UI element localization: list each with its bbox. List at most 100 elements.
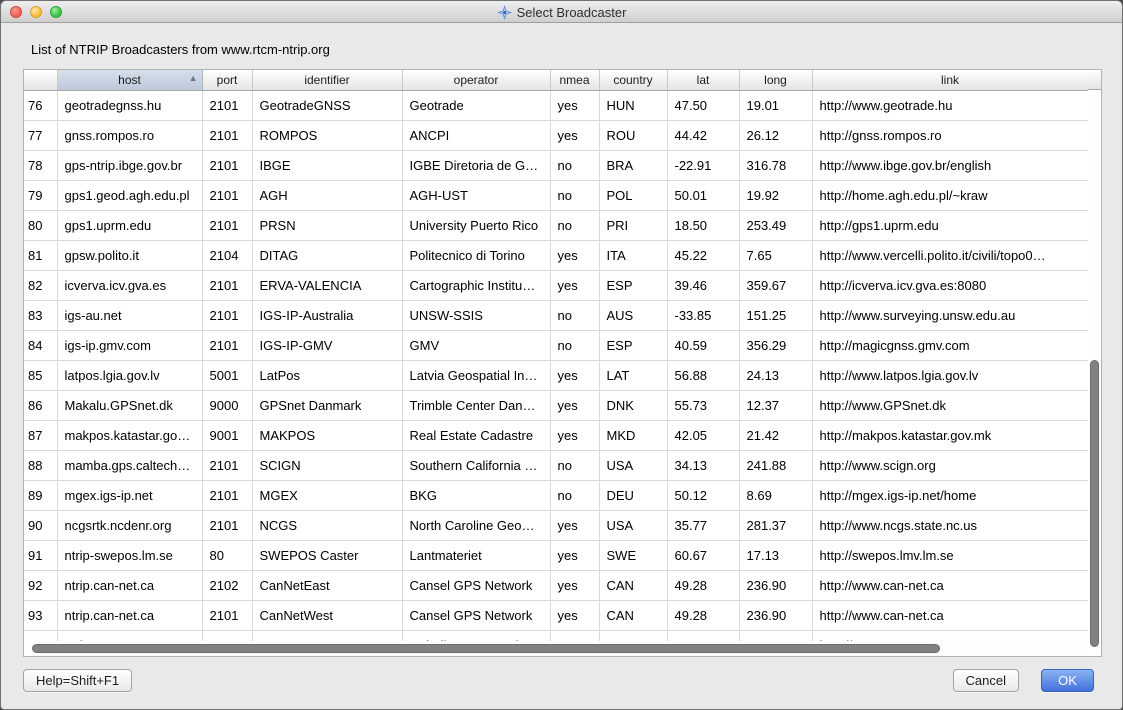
cell-country[interactable]: USA bbox=[599, 450, 667, 480]
cell-identifier[interactable]: IGS-IP-Australia bbox=[252, 300, 402, 330]
cell-rownum[interactable]: 83 bbox=[24, 300, 57, 330]
table-row[interactable]: 93ntrip.can-net.ca2101CanNetWestCansel G… bbox=[24, 600, 1088, 630]
cell-link[interactable]: http://www.can-net.ca bbox=[812, 600, 1088, 630]
cell-long[interactable]: 241.88 bbox=[739, 450, 812, 480]
table-row[interactable]: 80gps1.uprm.edu2101PRSNUniversity Puerto… bbox=[24, 210, 1088, 240]
cell-rownum[interactable]: 80 bbox=[24, 210, 57, 240]
cell-lat[interactable]: -22.91 bbox=[667, 150, 739, 180]
cell-nmea[interactable]: no bbox=[550, 210, 599, 240]
cell-identifier[interactable]: GeotradeGNSS bbox=[252, 90, 402, 120]
cell-lat[interactable]: 34.13 bbox=[667, 450, 739, 480]
cell-operator[interactable]: Latvia Geospatial In… bbox=[402, 360, 550, 390]
cell-lat[interactable]: 45.22 bbox=[667, 240, 739, 270]
cell-host[interactable]: Makalu.GPSnet.dk bbox=[57, 390, 202, 420]
cell-host[interactable]: icverva.icv.gva.es bbox=[57, 270, 202, 300]
cell-link[interactable]: http://www.geotrade.hu bbox=[812, 90, 1088, 120]
table-row[interactable]: 91ntrip-swepos.lm.se80SWEPOS CasterLantm… bbox=[24, 540, 1088, 570]
cell-nmea[interactable]: yes bbox=[550, 240, 599, 270]
cell-port[interactable]: 2101 bbox=[202, 210, 252, 240]
cell-country[interactable]: BRA bbox=[599, 150, 667, 180]
cell-identifier[interactable]: CanNetWest bbox=[252, 600, 402, 630]
titlebar[interactable]: Select Broadcaster bbox=[1, 1, 1122, 23]
cell-nmea[interactable]: no bbox=[550, 300, 599, 330]
cell-long[interactable]: 281.37 bbox=[739, 510, 812, 540]
cell-country[interactable]: CAN bbox=[599, 600, 667, 630]
table-row[interactable]: 85latpos.lgia.gov.lv5001LatPosLatvia Geo… bbox=[24, 360, 1088, 390]
cell-host[interactable]: igs-au.net bbox=[57, 300, 202, 330]
cell-long[interactable]: 236.90 bbox=[739, 600, 812, 630]
cell-link[interactable]: http://magicgnss.gmv.com bbox=[812, 330, 1088, 360]
column-header-lat[interactable]: lat bbox=[667, 70, 739, 90]
cell-rownum[interactable]: 89 bbox=[24, 480, 57, 510]
cell-nmea[interactable]: yes bbox=[550, 510, 599, 540]
cell-lat[interactable]: 44.42 bbox=[667, 120, 739, 150]
cell-rownum[interactable]: 78 bbox=[24, 150, 57, 180]
cell-rownum[interactable]: 79 bbox=[24, 180, 57, 210]
cell-operator[interactable]: Real Estate Cadastre bbox=[402, 420, 550, 450]
cell-operator[interactable]: North Caroline Geo… bbox=[402, 510, 550, 540]
cell-country[interactable]: SWE bbox=[599, 540, 667, 570]
cell-link[interactable]: http://www.surveying.unsw.edu.au bbox=[812, 300, 1088, 330]
cell-long[interactable]: 21.42 bbox=[739, 420, 812, 450]
cell-country[interactable]: MKD bbox=[599, 420, 667, 450]
cell-country[interactable]: LAT bbox=[599, 360, 667, 390]
cell-rownum[interactable]: 91 bbox=[24, 540, 57, 570]
horizontal-scrollbar-thumb[interactable] bbox=[32, 644, 940, 653]
cell-rownum[interactable]: 90 bbox=[24, 510, 57, 540]
cell-country[interactable]: ROU bbox=[599, 120, 667, 150]
cell-operator[interactable]: Cansel GPS Network bbox=[402, 570, 550, 600]
cell-operator[interactable]: UNSW-SSIS bbox=[402, 300, 550, 330]
cell-host[interactable]: gps1.geod.agh.edu.pl bbox=[57, 180, 202, 210]
cell-host[interactable]: mamba.gps.caltech… bbox=[57, 450, 202, 480]
cell-identifier[interactable]: ROMPOS bbox=[252, 120, 402, 150]
column-header-country[interactable]: country bbox=[599, 70, 667, 90]
cell-nmea[interactable]: no bbox=[550, 150, 599, 180]
cell-lat[interactable]: 50.12 bbox=[667, 480, 739, 510]
cell-lat[interactable]: 39.46 bbox=[667, 270, 739, 300]
cell-rownum[interactable]: 94 bbox=[24, 630, 57, 641]
cell-operator[interactable]: BKG bbox=[402, 480, 550, 510]
table-row[interactable]: 76geotradegnss.hu2101GeotradeGNSSGeotrad… bbox=[24, 90, 1088, 120]
cell-rownum[interactable]: 86 bbox=[24, 390, 57, 420]
cell-nmea[interactable]: yes bbox=[550, 540, 599, 570]
cell-identifier[interactable]: MAKPOS bbox=[252, 420, 402, 450]
cell-host[interactable]: gps-ntrip.ibge.gov.br bbox=[57, 150, 202, 180]
cell-long[interactable]: 24.13 bbox=[739, 360, 812, 390]
cell-rownum[interactable]: 82 bbox=[24, 270, 57, 300]
column-header-long[interactable]: long bbox=[739, 70, 812, 90]
table-row[interactable]: 86Makalu.GPSnet.dk9000GPSnet DanmarkTrim… bbox=[24, 390, 1088, 420]
cell-link[interactable]: http://gnss.rompos.ro bbox=[812, 120, 1088, 150]
cell-long[interactable]: 236.90 bbox=[739, 570, 812, 600]
cell-country[interactable]: ESP bbox=[599, 330, 667, 360]
cell-lat[interactable]: 49.28 bbox=[667, 600, 739, 630]
cell-lat[interactable]: 38.50 bbox=[667, 630, 739, 641]
cell-port[interactable]: 2101 bbox=[202, 450, 252, 480]
cell-port[interactable]: 2101 bbox=[202, 480, 252, 510]
cell-port[interactable]: 2101 bbox=[202, 510, 252, 540]
cell-port[interactable]: 80 bbox=[202, 540, 252, 570]
vertical-scrollbar-thumb[interactable] bbox=[1090, 360, 1099, 647]
cell-identifier[interactable]: NCGS bbox=[252, 510, 402, 540]
cell-host[interactable]: ncgsrtk.ncdenr.org bbox=[57, 510, 202, 540]
cell-country[interactable]: PRI bbox=[599, 210, 667, 240]
cell-host[interactable]: gps1.uprm.edu bbox=[57, 210, 202, 240]
cell-lat[interactable]: 40.59 bbox=[667, 330, 739, 360]
cell-port[interactable]: 2101 bbox=[202, 150, 252, 180]
cell-long[interactable]: 17.13 bbox=[739, 540, 812, 570]
cell-country[interactable]: POL bbox=[599, 180, 667, 210]
cell-operator[interactable]: Trimble Center Dan… bbox=[402, 390, 550, 420]
cell-link[interactable]: http://www.vercelli.polito.it/civili/top… bbox=[812, 240, 1088, 270]
cell-rownum[interactable]: 88 bbox=[24, 450, 57, 480]
cell-rownum[interactable]: 92 bbox=[24, 570, 57, 600]
cell-operator[interactable]: Cansel GPS Network bbox=[402, 600, 550, 630]
vertical-scrollbar-track[interactable] bbox=[1088, 90, 1101, 641]
cell-operator[interactable]: ANCPI bbox=[402, 120, 550, 150]
cell-host[interactable]: ntrip bbox=[57, 630, 202, 641]
cell-port[interactable]: 2101 bbox=[202, 330, 252, 360]
cell-port[interactable]: 5001 bbox=[202, 360, 252, 390]
cell-nmea[interactable]: yes bbox=[550, 420, 599, 450]
cell-link[interactable]: http://icverva.icv.gva.es:8080 bbox=[812, 270, 1088, 300]
cell-identifier[interactable]: IBGE bbox=[252, 150, 402, 180]
cell-identifier[interactable]: DITAG bbox=[252, 240, 402, 270]
cell-link[interactable]: http://makpos.katastar.gov.mk bbox=[812, 420, 1088, 450]
